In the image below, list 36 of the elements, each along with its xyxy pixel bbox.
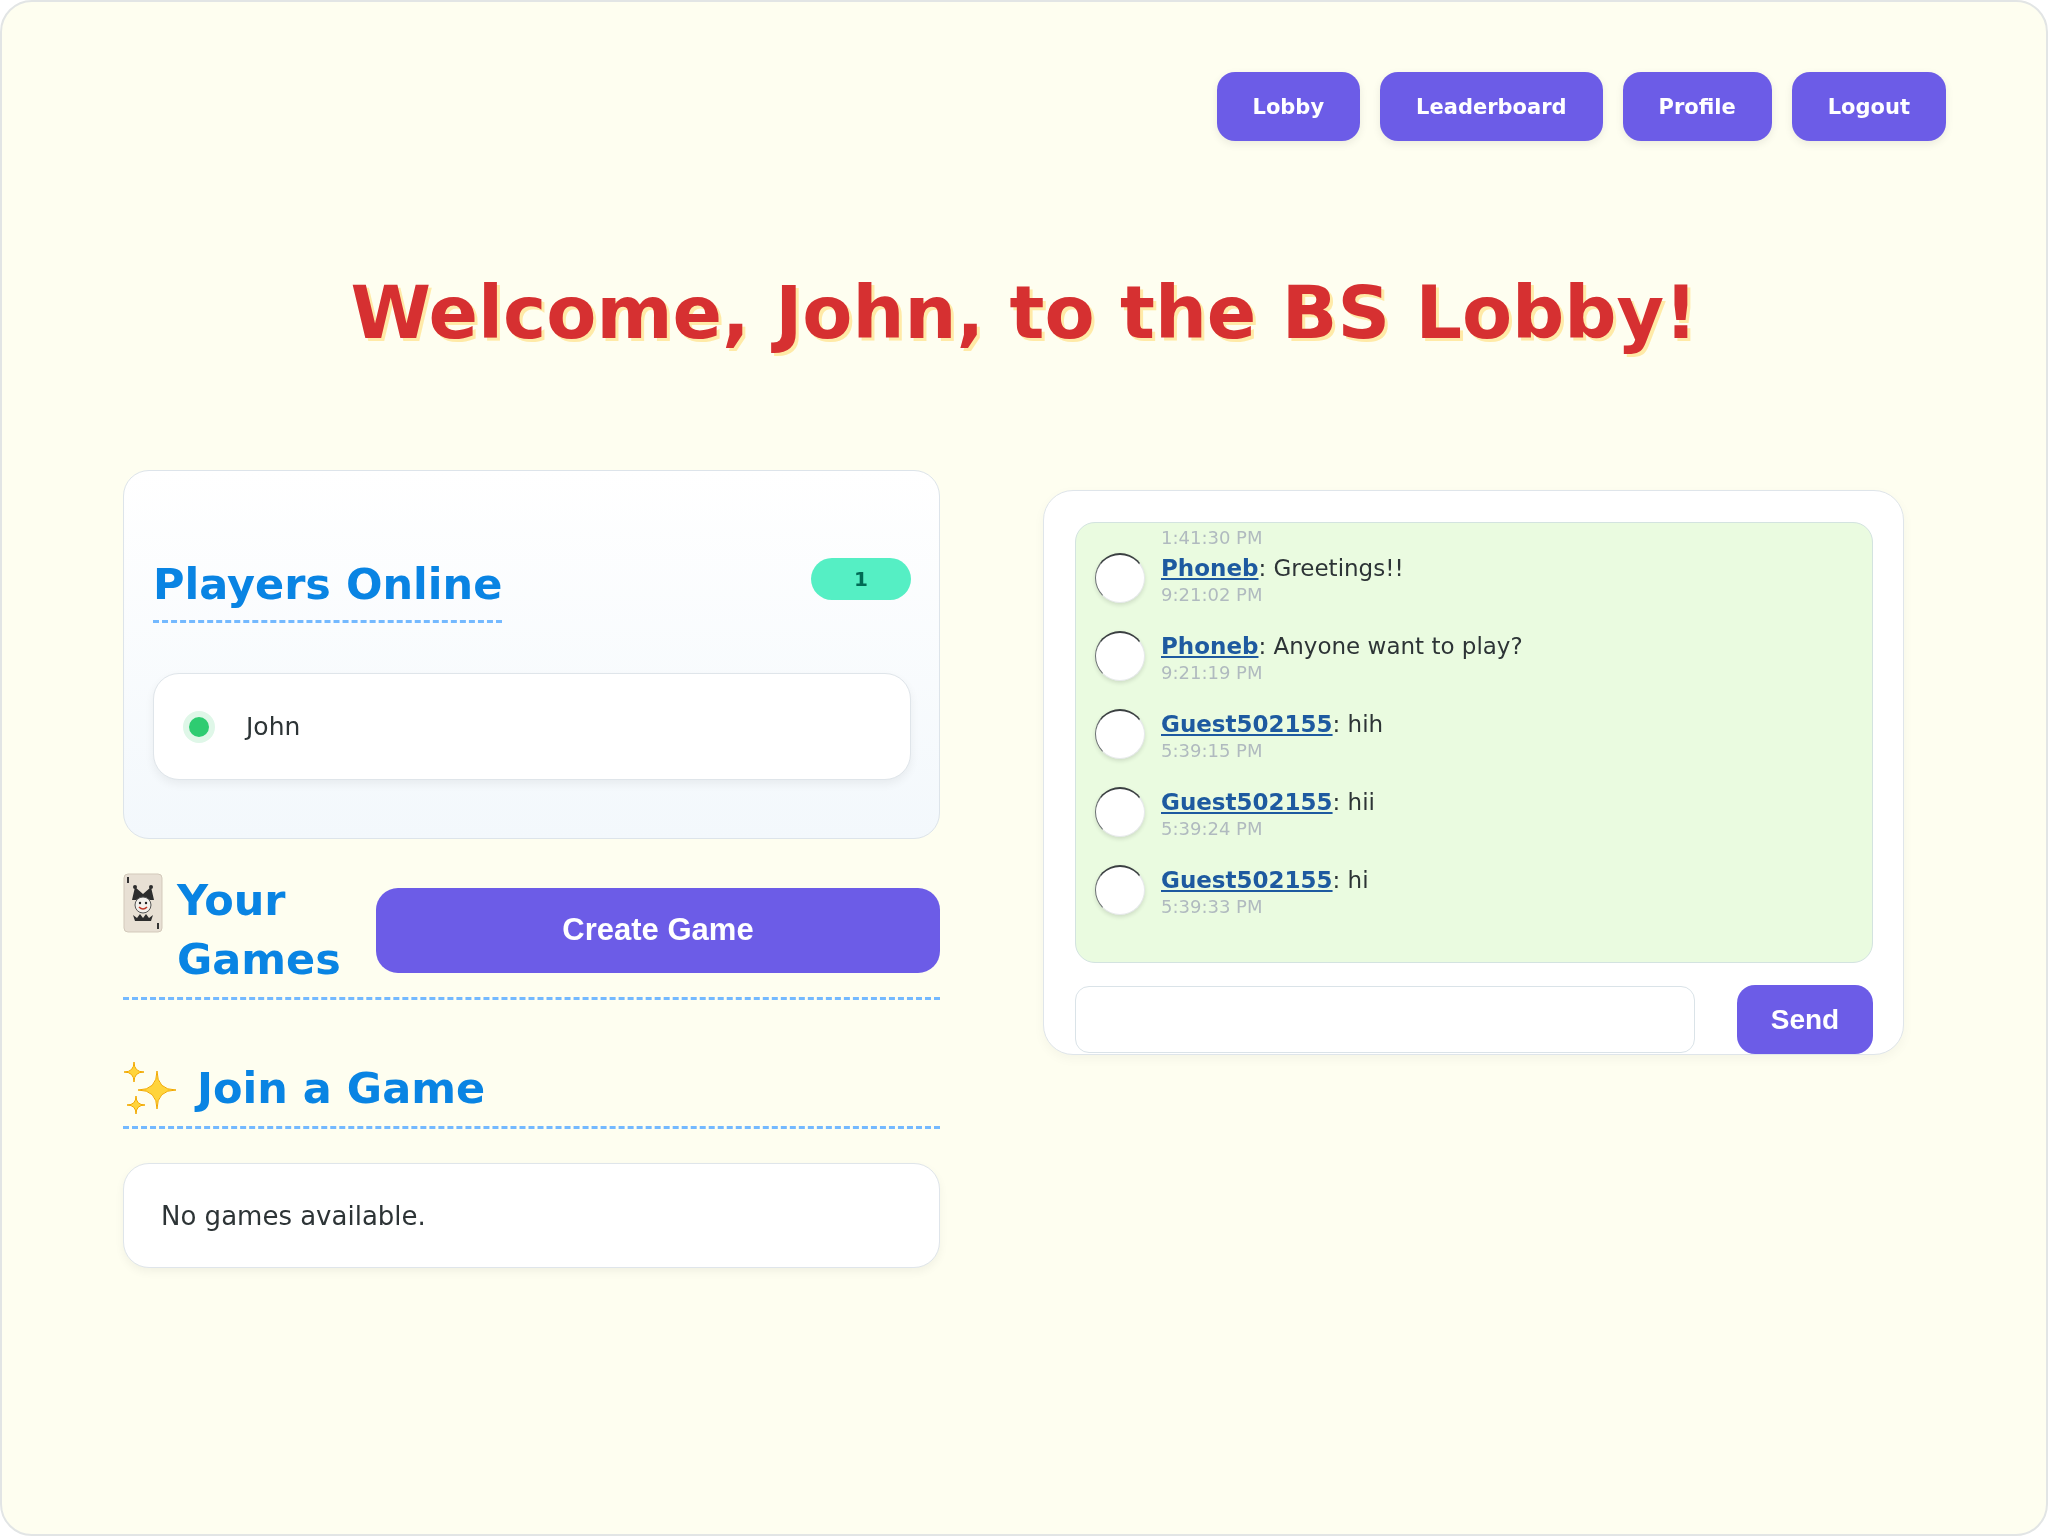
message-time: 9:21:19 PM bbox=[1161, 661, 1264, 685]
username-link[interactable]: Guest502155 bbox=[1161, 711, 1333, 737]
message-time: 1:41:30 PM bbox=[1161, 526, 1263, 550]
chat-message: Guest502155: hi bbox=[1161, 866, 1369, 895]
sparkles-icon bbox=[123, 1060, 177, 1116]
avatar-icon bbox=[1095, 631, 1145, 681]
username-link[interactable]: Guest502155 bbox=[1161, 789, 1333, 815]
avatar-icon bbox=[1095, 709, 1145, 759]
no-games-message: No games available. bbox=[123, 1163, 940, 1268]
create-game-button[interactable]: Create Game bbox=[376, 887, 940, 973]
nav-button[interactable]: Profile bbox=[1622, 72, 1772, 141]
message-time: 5:39:33 PM bbox=[1161, 895, 1264, 919]
username-link[interactable]: Guest502155 bbox=[1161, 867, 1333, 893]
avatar-icon bbox=[1095, 787, 1145, 837]
avatar-icon bbox=[1095, 865, 1145, 915]
chat-message: Phoneb: Greetings!! bbox=[1161, 554, 1404, 583]
nav-button[interactable]: Lobby bbox=[1216, 72, 1361, 141]
avatar-icon bbox=[1095, 553, 1145, 603]
section-heading: Players Online bbox=[153, 558, 503, 623]
page-title: Welcome, John, to the BS Lobby! bbox=[350, 269, 1698, 357]
player-count-badge: 1 bbox=[811, 558, 911, 600]
chat-message: Guest502155: hih bbox=[1161, 710, 1384, 739]
nav-button[interactable]: Leaderboard bbox=[1380, 72, 1603, 141]
jester-card-icon bbox=[123, 873, 163, 933]
section-heading: Your Games bbox=[177, 874, 342, 986]
username-link[interactable]: Phoneb bbox=[1161, 555, 1259, 581]
chat-input-field[interactable] bbox=[1075, 986, 1695, 1053]
chat-message: Guest502155: hii bbox=[1161, 788, 1375, 817]
message-time: 5:39:15 PM bbox=[1161, 739, 1264, 763]
chat-message: Phoneb: Anyone want to play? bbox=[1161, 632, 1523, 661]
username-link[interactable]: Phoneb bbox=[1161, 633, 1259, 659]
player-name: John bbox=[246, 712, 301, 741]
nav-button[interactable]: Logout bbox=[1791, 72, 1946, 141]
message-time: 5:39:24 PM bbox=[1161, 817, 1264, 841]
send-button[interactable]: Send bbox=[1737, 985, 1873, 1054]
message-time: 9:21:02 PM bbox=[1161, 583, 1264, 607]
